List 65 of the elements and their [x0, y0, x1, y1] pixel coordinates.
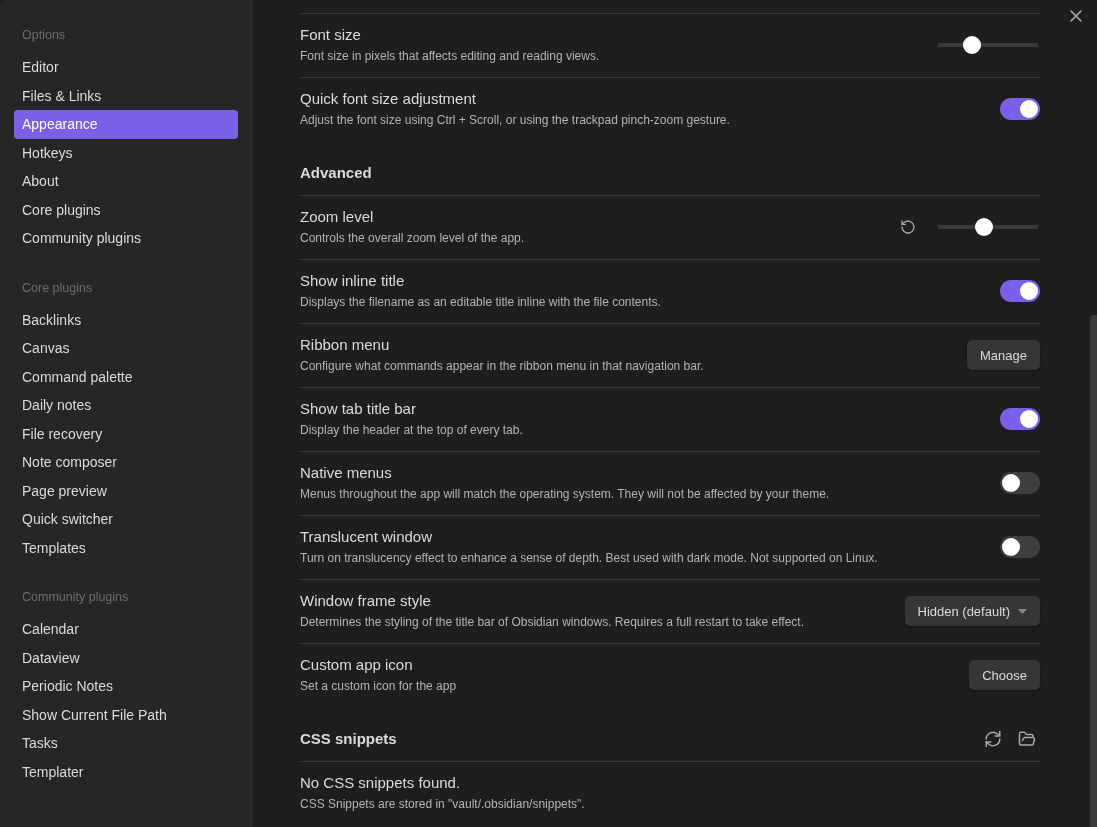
slider-thumb[interactable] [963, 36, 981, 54]
setting-description: Turn on translucency effect to enhance a sense of depth. Best used with dark mode. Not supported on Linux. [300, 550, 879, 567]
section-heading: Advanced [300, 163, 373, 183]
sidebar-item[interactable]: Quick switcher [14, 505, 238, 534]
sidebar-item[interactable]: Backlinks [14, 305, 238, 334]
sidebar-item[interactable]: Files & Links [14, 81, 238, 110]
close-icon[interactable] [1068, 8, 1084, 24]
setting-name: Native menus [300, 463, 393, 483]
sidebar-item[interactable]: Periodic Notes [14, 672, 238, 701]
refresh-icon[interactable] [984, 730, 1002, 748]
sidebar-item[interactable]: Community plugins [14, 224, 238, 253]
section-heading: CSS snippets [300, 729, 398, 749]
setting-description: Adjust the font size using Ctrl + Scroll, or using the trackpad pinch-zoom gesture. [300, 112, 731, 129]
toggle-switch[interactable] [1000, 98, 1040, 120]
sidebar-item[interactable]: Appearance [14, 110, 238, 139]
toggle-switch[interactable] [1000, 280, 1040, 302]
sidebar-section-title: Community plugins [21, 589, 130, 606]
setting-description: Controls the overall zoom level of the app. [300, 230, 526, 247]
sidebar-item[interactable]: Templater [14, 757, 238, 786]
setting-description: Menus throughout the app will match the operating system. They will not be affected by your theme. [300, 486, 831, 503]
sidebar-item[interactable]: Page preview [14, 476, 238, 505]
setting-description: Display the header at the top of every tab. [300, 422, 524, 439]
sidebar-section-title: Core plugins [21, 279, 94, 297]
sidebar-item[interactable]: About [14, 167, 238, 196]
sidebar-item[interactable]: Note composer [14, 448, 238, 477]
sidebar-item[interactable]: Templates [14, 533, 238, 562]
setting-description: Configure what commands appear in the ribbon menu in that navigation bar. [300, 358, 705, 375]
sidebar-item[interactable]: File recovery [14, 419, 238, 448]
setting-name: Show tab title bar [300, 399, 417, 419]
scrollbar-thumb[interactable] [1090, 315, 1097, 827]
toggle-switch[interactable] [1000, 408, 1040, 430]
sidebar-item[interactable]: Dataview [14, 643, 238, 672]
setting-name: Window frame style [300, 591, 432, 611]
sidebar-item[interactable]: Core plugins [14, 195, 238, 224]
sidebar-item[interactable]: Tasks [14, 729, 238, 758]
sidebar-item[interactable]: Editor [14, 53, 238, 82]
caret-icon [1018, 608, 1027, 614]
setting-description: Determines the styling of the title bar of Obsidian windows. Requires a full restart to take effect. [300, 614, 806, 631]
sidebar-item[interactable]: Hotkeys [14, 138, 238, 167]
toggle-switch[interactable] [1000, 536, 1040, 558]
setting-description: Set a custom icon for the app [300, 678, 458, 695]
setting-name: Translucent window [300, 527, 433, 547]
slider-thumb[interactable] [975, 218, 993, 236]
dropdown[interactable]: Hidden (default) [904, 596, 1040, 626]
setting-name: No CSS snippets found. [300, 773, 462, 793]
setting-name: Zoom level [300, 207, 375, 227]
sidebar-item[interactable]: Canvas [14, 334, 238, 363]
reset-icon[interactable] [900, 219, 916, 235]
sidebar-item[interactable]: Show Current File Path [14, 700, 238, 729]
setting-description: Font size in pixels that affects editing and reading views. [300, 48, 601, 65]
setting-description: Displays the filename as an editable title inline with the file contents. [300, 294, 662, 311]
toggle-switch[interactable] [1000, 472, 1040, 494]
setting-name: Show inline title [300, 271, 406, 291]
sidebar-item[interactable]: Daily notes [14, 391, 238, 420]
setting-name: Ribbon menu [300, 335, 391, 355]
setting-name: Custom app icon [300, 655, 414, 675]
action-button[interactable]: Choose [969, 660, 1040, 690]
sidebar-item[interactable]: Command palette [14, 362, 238, 391]
setting-description: CSS Snippets are stored in "vault/.obsidian/snippets". [300, 796, 586, 813]
setting-name: Quick font size adjustment [300, 89, 477, 109]
action-button[interactable]: Manage [967, 340, 1040, 370]
sidebar-item[interactable]: Calendar [14, 615, 238, 644]
sidebar-section-title: Options [21, 27, 67, 44]
folder-icon[interactable] [1018, 730, 1036, 748]
setting-name: Font size [300, 25, 362, 45]
